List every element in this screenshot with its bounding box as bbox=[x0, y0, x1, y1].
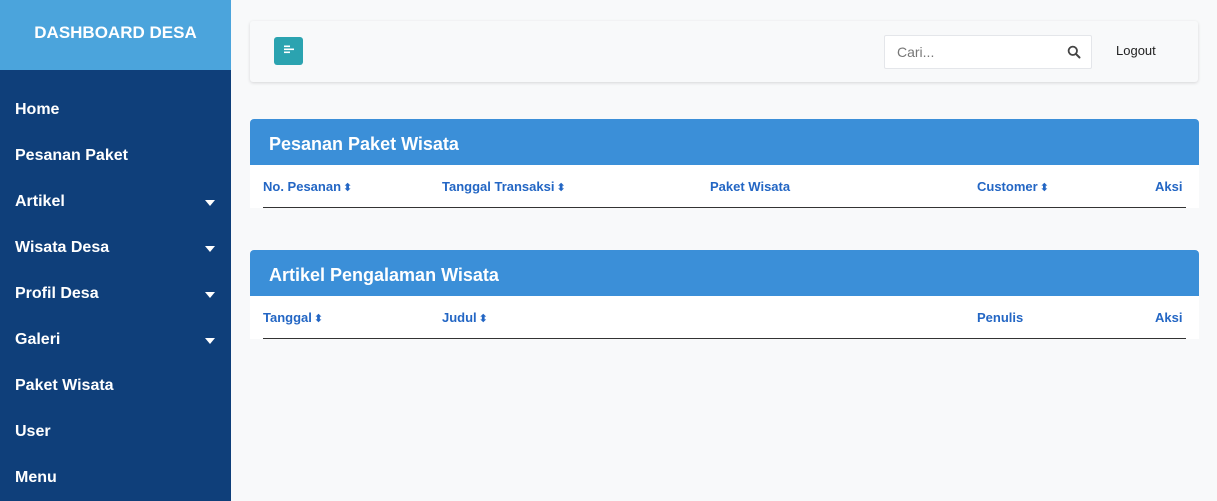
column-header-paket-wisata: Paket Wisata bbox=[710, 179, 790, 194]
sidebar-item-label: Wisata Desa bbox=[15, 239, 110, 256]
search-box bbox=[884, 35, 1092, 69]
search-input[interactable] bbox=[885, 36, 1057, 68]
column-label: Judul bbox=[442, 310, 477, 325]
sidebar-item-home[interactable]: Home bbox=[0, 87, 231, 133]
column-label: Aksi bbox=[1155, 310, 1183, 325]
caret-down-icon bbox=[205, 246, 215, 252]
sidebar-item-artikel[interactable]: Artikel bbox=[0, 179, 231, 225]
top-navbar: Logout bbox=[250, 21, 1198, 82]
caret-down-icon bbox=[205, 338, 215, 344]
column-header-tanggal-transaksi[interactable]: Tanggal Transaksi ⬍ bbox=[442, 179, 566, 194]
sort-icon: ⬍ bbox=[478, 313, 488, 325]
sidebar-item-label: Paket Wisata bbox=[15, 377, 114, 394]
column-header-penulis: Penulis bbox=[977, 310, 1023, 325]
column-header-no-pesanan[interactable]: No. Pesanan ⬍ bbox=[263, 179, 352, 194]
main-content: Logout Pesanan Paket Wisata No. Pesanan⬍… bbox=[231, 0, 1217, 501]
sidebar-item-label: Home bbox=[15, 101, 60, 118]
column-header-aksi: Aksi bbox=[1155, 310, 1182, 325]
sidebar-item-label: Pesanan Paket bbox=[15, 147, 128, 164]
sort-icon: ⬍ bbox=[556, 182, 566, 194]
panel-title: Artikel Pengalaman Wisata bbox=[250, 250, 1199, 296]
caret-down-icon bbox=[205, 200, 215, 206]
column-label: Tanggal Transaksi bbox=[442, 179, 555, 194]
column-header-judul[interactable]: Judul ⬍ bbox=[442, 310, 488, 325]
sidebar-item-pesanan-paket[interactable]: Pesanan Paket bbox=[0, 133, 231, 179]
sidebar-item-menu[interactable]: Menu bbox=[0, 455, 231, 501]
column-label: No. Pesanan bbox=[263, 179, 342, 194]
column-label: Penulis bbox=[977, 310, 1024, 325]
sidebar-item-galeri[interactable]: Galeri bbox=[0, 317, 231, 363]
column-header-aksi: Aksi bbox=[1155, 179, 1182, 194]
sidebar-toggle-button[interactable] bbox=[274, 37, 303, 65]
sidebar-item-label: User bbox=[15, 423, 51, 440]
sidebar-item-label: Galeri bbox=[15, 331, 61, 348]
sidebar-item-label: Profil Desa bbox=[15, 285, 99, 302]
sidebar-nav: Home Pesanan Paket Artikel Wisata Desa P… bbox=[0, 70, 231, 501]
brand-title[interactable]: DASHBOARD DESA bbox=[0, 0, 231, 70]
sidebar-item-label: Menu bbox=[15, 469, 57, 486]
sidebar-item-user[interactable]: User bbox=[0, 409, 231, 455]
sidebar-item-wisata-desa[interactable]: Wisata Desa bbox=[0, 225, 231, 271]
search-icon[interactable] bbox=[1057, 36, 1091, 68]
caret-down-icon bbox=[205, 292, 215, 298]
column-label: Paket Wisata bbox=[710, 179, 791, 194]
articles-table-header: Tanggal ⬍ Judul ⬍ Penulis Aksi bbox=[263, 296, 1186, 339]
orders-panel: Pesanan Paket Wisata No. Pesanan ⬍ Tangga… bbox=[250, 119, 1199, 208]
sidebar-item-paket-wisata[interactable]: Paket Wisata bbox=[0, 363, 231, 409]
column-label: Tanggal bbox=[263, 310, 312, 325]
sort-icon: ⬍ bbox=[313, 313, 324, 325]
sort-icon: ⬍ bbox=[1039, 182, 1049, 194]
logout-link[interactable]: Logout bbox=[1116, 43, 1156, 58]
column-label: Customer bbox=[977, 179, 1038, 194]
panel-title: Pesanan Paket Wisata bbox=[250, 119, 1199, 165]
sort-icon: ⬍ bbox=[343, 182, 353, 194]
menu-toggle-icon bbox=[283, 44, 295, 59]
sidebar-item-profil-desa[interactable]: Profil Desa bbox=[0, 271, 231, 317]
sidebar: DASHBOARD DESA Home Pesanan Paket Artike… bbox=[0, 0, 231, 501]
articles-panel: Artikel Pengalaman Wisata Tanggal ⬍ Judul… bbox=[250, 250, 1199, 339]
column-header-customer[interactable]: Customer ⬍ bbox=[977, 179, 1049, 194]
orders-table-header: No. Pesanan ⬍ Tanggal Transaksi ⬍ Paket Wi… bbox=[263, 165, 1186, 208]
column-label: Aksi bbox=[1155, 179, 1183, 194]
column-header-tanggal[interactable]: Tanggal ⬍ bbox=[263, 310, 323, 325]
sidebar-item-label: Artikel bbox=[15, 193, 65, 210]
